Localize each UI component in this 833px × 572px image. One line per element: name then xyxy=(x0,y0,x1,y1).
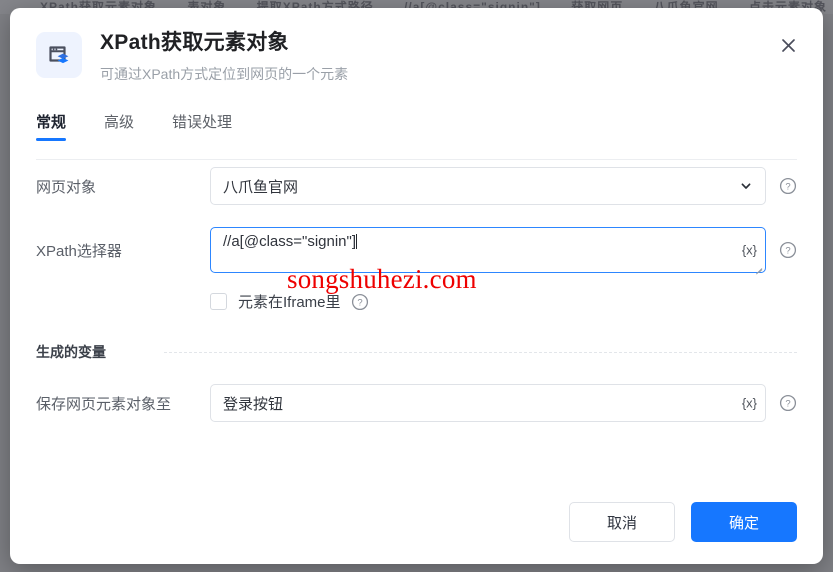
web-object-help-icon[interactable]: ? xyxy=(779,177,797,195)
web-object-row: 网页对象 八爪鱼官网 ? xyxy=(36,167,797,206)
iframe-help-icon[interactable]: ? xyxy=(351,293,369,311)
web-element-layers-icon xyxy=(36,32,82,78)
tab-error-handling[interactable]: 错误处理 xyxy=(172,111,232,141)
cancel-button[interactable]: 取消 xyxy=(569,502,675,542)
chevron-down-icon xyxy=(739,179,753,193)
tabs-divider xyxy=(36,159,797,160)
iframe-checkbox-row: 元素在Iframe里 ? xyxy=(210,291,797,332)
dialog-footer: 取消 确定 xyxy=(10,480,823,564)
tab-advanced[interactable]: 高级 xyxy=(104,111,134,141)
textarea-resize-handle[interactable] xyxy=(753,261,763,271)
xpath-element-dialog: XPath获取元素对象 可通过XPath方式定位到网页的一个元素 常规 高级 错… xyxy=(10,8,823,564)
dialog-header: XPath获取元素对象 可通过XPath方式定位到网页的一个元素 xyxy=(10,8,823,83)
save-variable-row: 保存网页元素对象至 登录按钮 {x} ? xyxy=(36,384,797,423)
xpath-selector-label: XPath选择器 xyxy=(36,242,122,260)
svg-text:?: ? xyxy=(785,399,790,410)
save-variable-button[interactable]: {x} xyxy=(742,396,757,411)
iframe-checkbox[interactable] xyxy=(210,293,227,311)
iframe-checkbox-label: 元素在Iframe里 xyxy=(238,294,341,312)
svg-text:?: ? xyxy=(785,246,790,257)
save-variable-value: 登录按钮 xyxy=(223,395,284,413)
web-object-label: 网页对象 xyxy=(36,178,97,196)
confirm-button[interactable]: 确定 xyxy=(691,502,797,542)
section-dashed-divider xyxy=(164,351,797,353)
web-object-value: 八爪鱼官网 xyxy=(223,178,299,196)
dialog-header-text: XPath获取元素对象 可通过XPath方式定位到网页的一个元素 xyxy=(100,30,348,83)
web-object-select[interactable]: 八爪鱼官网 xyxy=(210,167,766,206)
xpath-selector-row: XPath选择器 //a[@class="signin"] {x} ? xyxy=(36,227,797,274)
xpath-selector-value: //a[@class="signin"] xyxy=(223,233,357,251)
generated-variable-section: 生成的变量 xyxy=(36,342,797,362)
save-variable-field: 登录按钮 {x} xyxy=(210,384,766,423)
save-variable-label: 保存网页元素对象至 xyxy=(36,395,172,413)
xpath-selector-help-icon[interactable]: ? xyxy=(779,241,797,259)
svg-text:?: ? xyxy=(785,182,790,193)
xpath-selector-field: //a[@class="signin"] {x} xyxy=(210,227,766,274)
dialog-form: 网页对象 八爪鱼官网 ? XPath选择器 //a[@class="signin… xyxy=(10,141,823,423)
save-variable-help-icon[interactable]: ? xyxy=(779,394,797,412)
close-icon[interactable] xyxy=(775,32,801,58)
save-variable-input[interactable]: 登录按钮 {x} xyxy=(210,384,766,423)
web-object-field: 八爪鱼官网 xyxy=(210,167,766,206)
svg-text:?: ? xyxy=(357,298,362,309)
dialog-title: XPath获取元素对象 xyxy=(100,31,289,54)
xpath-variable-button[interactable]: {x} xyxy=(742,243,757,258)
tab-general[interactable]: 常规 xyxy=(36,111,67,142)
xpath-selector-input[interactable]: //a[@class="signin"] {x} xyxy=(210,227,766,274)
dialog-subtitle: 可通过XPath方式定位到网页的一个元素 xyxy=(100,66,349,83)
generated-variable-title: 生成的变量 xyxy=(36,344,106,361)
dialog-tabs: 常规 高级 错误处理 xyxy=(36,105,823,142)
text-caret xyxy=(356,234,358,250)
